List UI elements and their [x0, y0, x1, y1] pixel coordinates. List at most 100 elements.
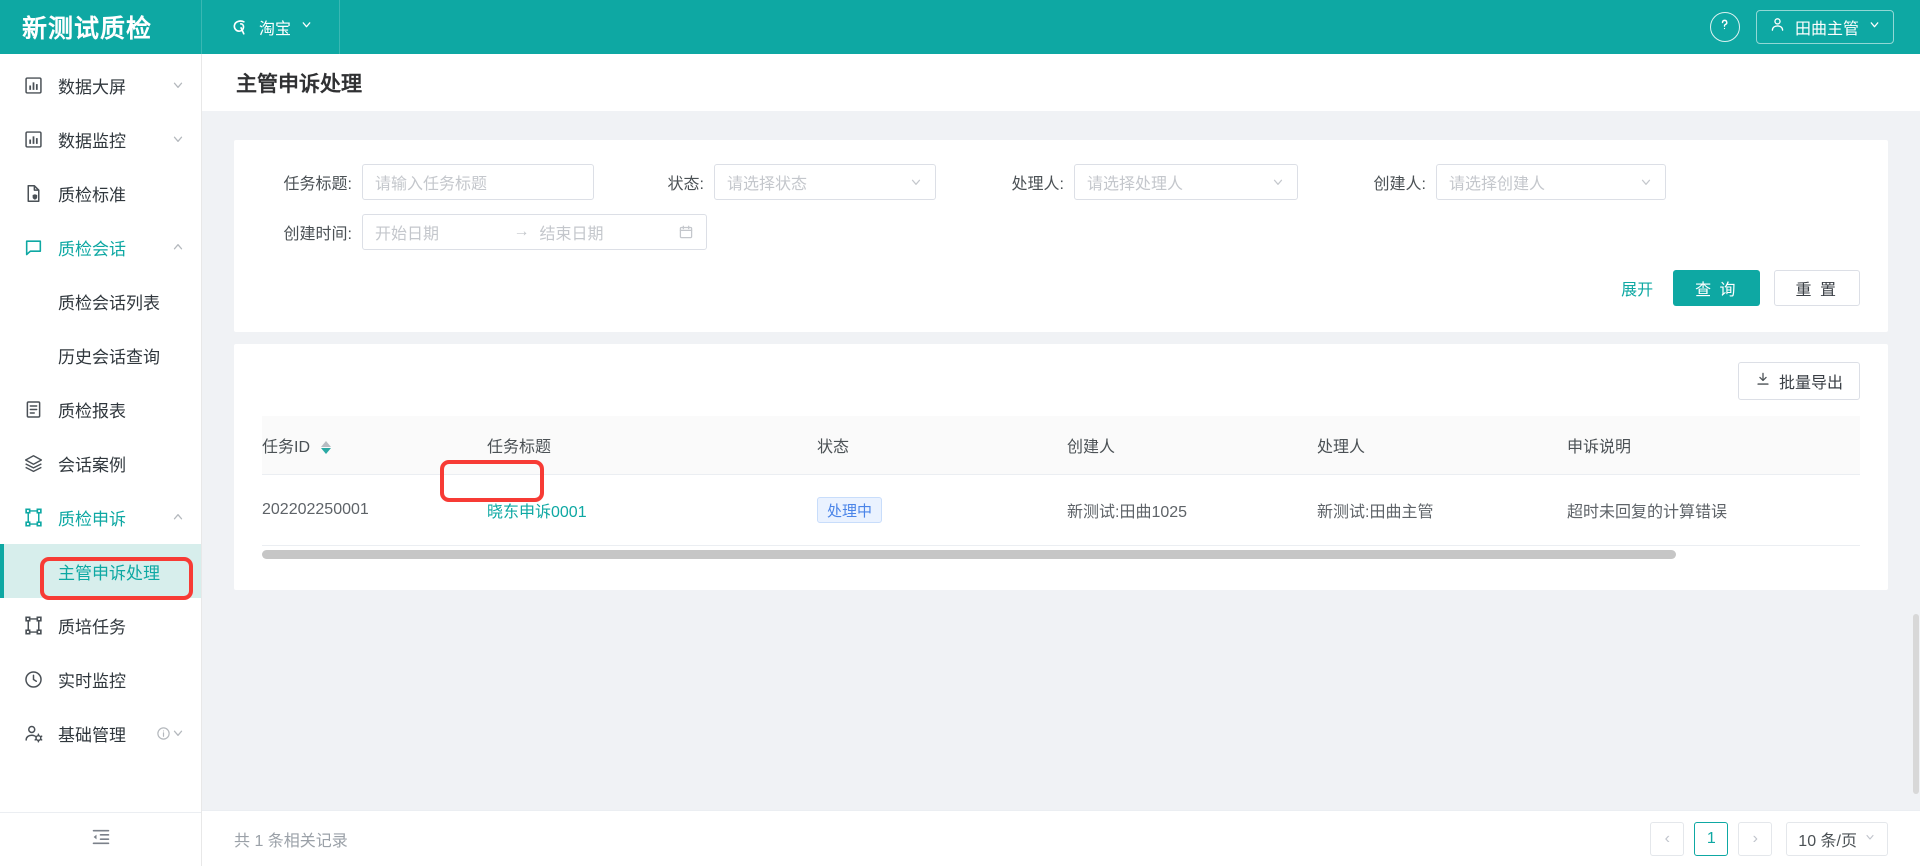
user-cog-icon	[22, 722, 44, 744]
sidebar-item-training-task[interactable]: 质培任务	[0, 598, 201, 652]
task-title-link[interactable]: 晓东申诉0001	[487, 504, 587, 521]
reset-button[interactable]: 重 置	[1773, 270, 1860, 306]
content-wrapper: 任务标题: 请输入任务标题 状态: 请选择状态 处理人: 请选择处理人 创建人:…	[202, 112, 1920, 590]
question-circle-icon	[1716, 16, 1733, 38]
date-start-input[interactable]: 开始日期	[375, 220, 504, 244]
batch-export-button[interactable]: 批量导出	[1737, 362, 1860, 400]
sidebar-subitem-label: 质检会话列表	[58, 293, 160, 313]
task-title-input[interactable]: 请输入任务标题	[362, 164, 594, 200]
sort-toggle-icon[interactable]	[321, 441, 332, 455]
pagination-footer: 共 1 条相关记录 ‹ 1 › 10 条/页	[202, 810, 1920, 866]
cell-task-title: 晓东申诉0001	[487, 474, 817, 546]
filter-handler: 处理人: 请选择处理人	[996, 164, 1298, 200]
sidebar-item-label: 基础管理	[58, 725, 126, 745]
page-vertical-scrollbar[interactable]	[1912, 54, 1920, 866]
column-header-appeal-desc: 申诉说明	[1567, 416, 1860, 475]
download-icon	[1755, 371, 1771, 392]
expand-filters-link[interactable]: 展开	[1615, 276, 1659, 300]
filter-handler-label: 处理人:	[1011, 176, 1064, 193]
create-time-range-picker[interactable]: 开始日期 → 结束日期	[362, 214, 707, 250]
page-size-select[interactable]: 10 条/页	[1786, 821, 1888, 856]
filter-creator: 创建人: 请选择创建人	[1358, 164, 1666, 200]
info-circle-icon[interactable]	[156, 726, 171, 741]
page-scroll-thumb[interactable]	[1913, 614, 1919, 794]
creator-select[interactable]: 请选择创建人	[1436, 164, 1666, 200]
appeal-table: 任务ID 任务标题 状态 创建人 处理人 申诉说明 202202250001 晓…	[262, 416, 1860, 546]
main-content-area: 主管申诉处理 任务标题: 请输入任务标题 状态: 请选择状态 处理人: 请选择处…	[202, 54, 1920, 866]
cell-task-id: 202202250001	[262, 474, 487, 546]
page-number-1[interactable]: 1	[1694, 821, 1729, 856]
sort-desc-icon	[321, 448, 332, 455]
sidebar-item-qc-standard[interactable]: 质检标准	[0, 166, 201, 220]
filter-row-2: 创建时间: 开始日期 → 结束日期	[262, 214, 1860, 250]
creator-select-value: 请选择创建人	[1449, 176, 1546, 193]
sidebar-collapse-button[interactable]	[0, 812, 201, 866]
filter-task-title: 任务标题: 请输入任务标题	[262, 164, 594, 200]
sidebar-item-qc-appeal[interactable]: 质检申诉	[0, 490, 201, 544]
pagination-controls: ‹ 1 › 10 条/页	[1650, 821, 1888, 856]
taobao-logo-icon	[228, 16, 250, 38]
sidebar-item-label: 质检报表	[58, 401, 126, 421]
table-scroll-thumb[interactable]	[262, 549, 1677, 559]
sort-asc-icon	[321, 441, 332, 448]
handler-select[interactable]: 请选择处理人	[1074, 164, 1298, 200]
header-right-actions: 田曲主管	[1709, 10, 1920, 44]
status-select-value: 请选择状态	[727, 176, 808, 193]
chevron-down-icon	[171, 726, 185, 740]
status-select[interactable]: 请选择状态	[714, 164, 936, 200]
range-arrow-icon: →	[513, 223, 530, 240]
filter-row-1: 任务标题: 请输入任务标题 状态: 请选择状态 处理人: 请选择处理人 创建人:…	[262, 164, 1860, 200]
chevron-up-icon	[171, 510, 185, 524]
cell-creator: 新测试:田曲1025	[1067, 474, 1317, 546]
sidebar-item-data-screen[interactable]: 数据大屏	[0, 58, 201, 112]
sidebar-item-label: 质培任务	[58, 617, 126, 637]
shop-switcher[interactable]: 淘宝	[202, 0, 341, 54]
column-header-creator: 创建人	[1067, 416, 1317, 475]
page-title: 主管申诉处理	[202, 54, 1920, 112]
sidebar-item-session-case[interactable]: 会话案例	[0, 436, 201, 490]
sidebar-item-label: 数据大屏	[58, 77, 126, 97]
filter-create-time: 创建时间: 开始日期 → 结束日期	[262, 214, 707, 250]
filter-creator-label: 创建人:	[1373, 176, 1426, 193]
user-menu-button[interactable]: 田曲主管	[1755, 10, 1894, 44]
column-header-task-id[interactable]: 任务ID	[262, 416, 487, 475]
sidebar-item-history-session-query[interactable]: 历史会话查询	[0, 328, 201, 382]
column-header-status: 状态	[817, 416, 1067, 475]
sidebar-item-realtime-monitor[interactable]: 实时监控	[0, 652, 201, 706]
table-row[interactable]: 202202250001 晓东申诉0001 处理中 新测试:田曲1025 新测试…	[262, 474, 1860, 546]
filter-status-label: 状态:	[667, 176, 704, 193]
batch-export-label: 批量导出	[1778, 375, 1843, 392]
chevron-down-icon	[909, 175, 923, 189]
page-size-label: 10 条/页	[1798, 832, 1857, 850]
sidebar-item-label: 质检标准	[58, 185, 126, 205]
sidebar-item-qc-session[interactable]: 质检会话	[0, 220, 201, 274]
prev-page-button[interactable]: ‹	[1650, 821, 1685, 856]
chevron-down-icon	[1639, 175, 1653, 189]
shop-switcher-label: 淘宝	[259, 21, 292, 38]
date-end-input[interactable]: 结束日期	[540, 220, 669, 244]
frame-icon	[22, 506, 44, 528]
help-button[interactable]	[1709, 12, 1740, 42]
sidebar-item-qc-session-list[interactable]: 质检会话列表	[0, 274, 201, 328]
clock-icon	[22, 668, 44, 690]
sidebar-item-qc-report[interactable]: 质检报表	[0, 382, 201, 436]
sidebar-item-label: 质检会话	[58, 239, 126, 259]
top-header-bar: 新测试质检 淘宝 田曲主管	[0, 0, 1920, 54]
file-shield-icon	[22, 182, 44, 204]
sidebar-item-label: 会话案例	[58, 455, 126, 475]
sidebar-item-supervisor-appeal-handling[interactable]: 主管申诉处理	[0, 544, 201, 598]
report-doc-icon	[22, 398, 44, 420]
calendar-icon	[678, 224, 694, 240]
chart-bar-icon	[22, 128, 44, 150]
table-horizontal-scrollbar[interactable]	[262, 548, 1860, 560]
frame-icon	[22, 614, 44, 636]
table-body: 202202250001 晓东申诉0001 处理中 新测试:田曲1025 新测试…	[262, 474, 1860, 546]
user-icon	[1769, 16, 1786, 38]
next-page-button[interactable]: ›	[1738, 821, 1773, 856]
sidebar-item-data-monitor[interactable]: 数据监控	[0, 112, 201, 166]
sidebar-nav: 数据大屏 数据监控 质检标准 质检会话 质检会话列表 历史会话查询 质检报表 会…	[0, 54, 202, 866]
cell-appeal-desc: 超时未回复的计算错误	[1567, 474, 1860, 546]
filter-panel: 任务标题: 请输入任务标题 状态: 请选择状态 处理人: 请选择处理人 创建人:…	[234, 140, 1888, 332]
sidebar-item-basic-management[interactable]: 基础管理	[0, 706, 201, 760]
search-button[interactable]: 查 询	[1673, 270, 1760, 306]
